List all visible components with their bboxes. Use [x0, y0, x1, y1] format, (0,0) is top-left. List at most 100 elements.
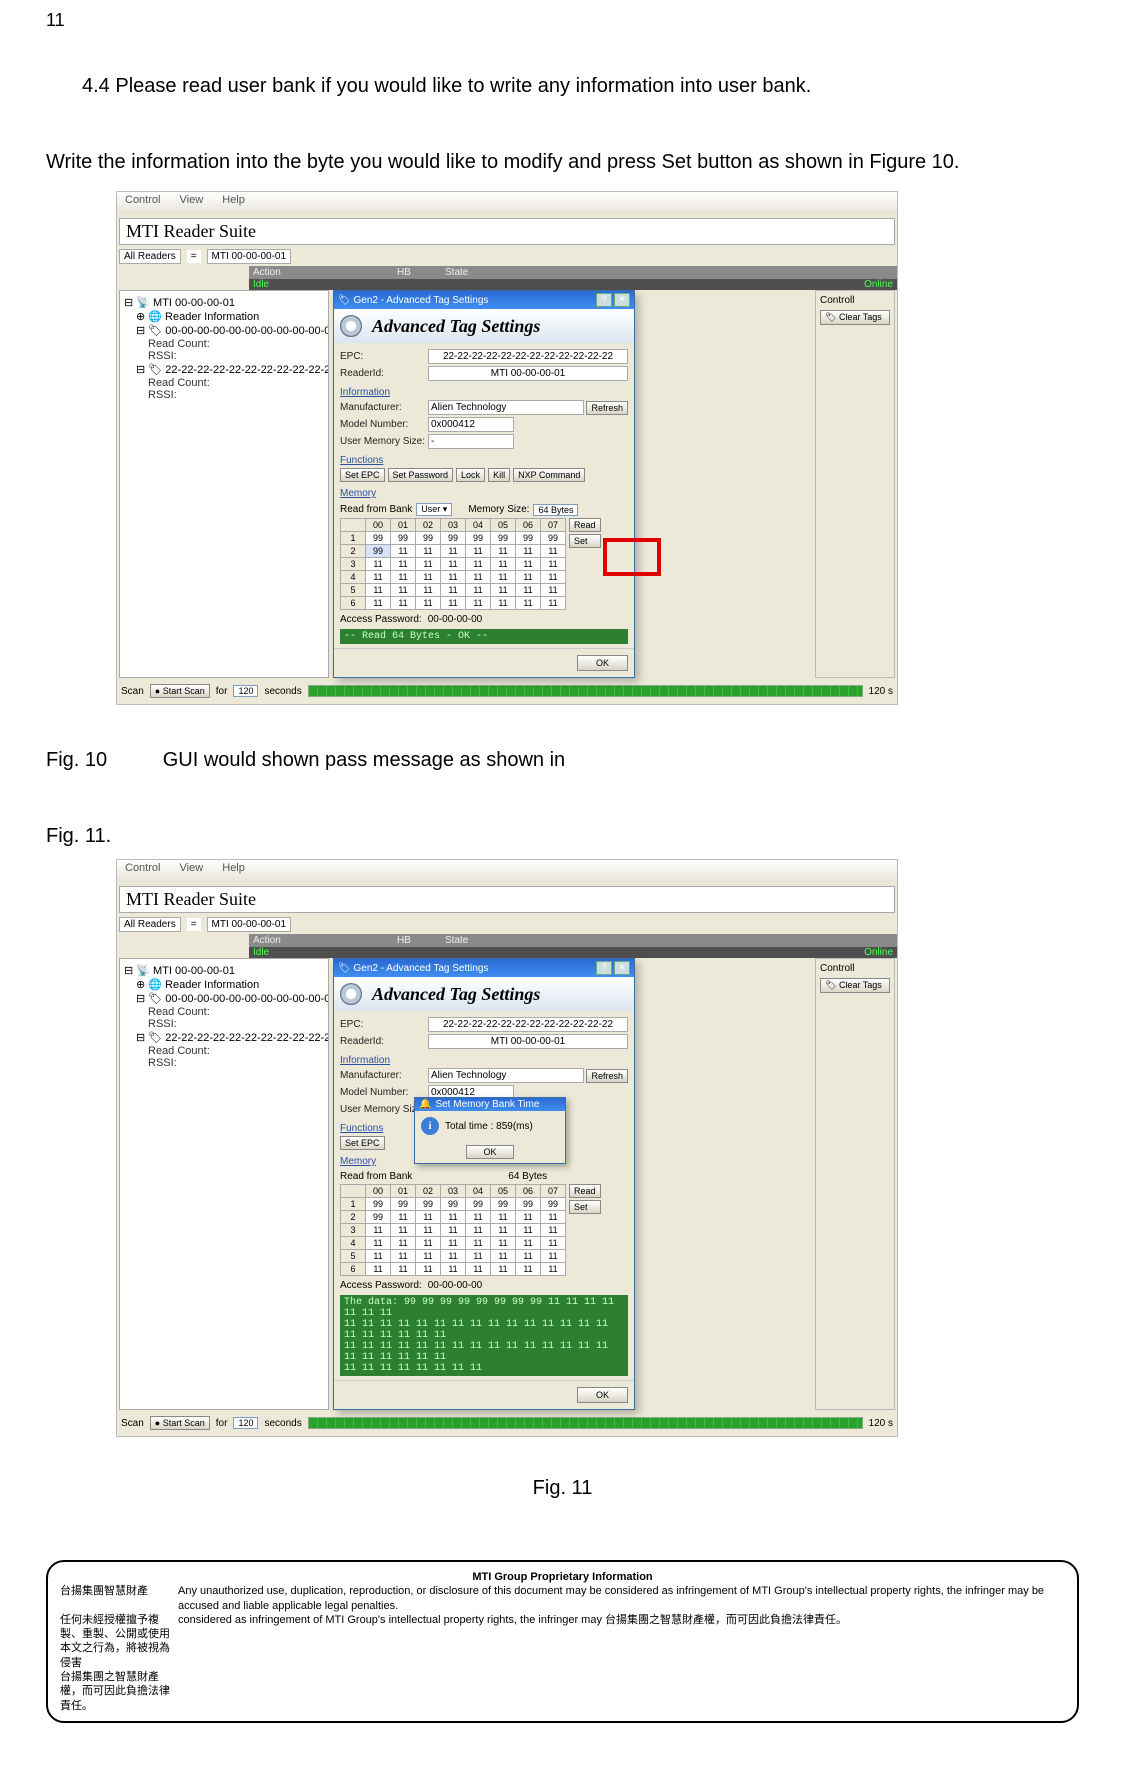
set-epc-button[interactable]: Set EPC: [340, 1136, 385, 1150]
tree-epc-1[interactable]: 00-00-00-00-00-00-00-00-00-00-00-00: [165, 993, 329, 1005]
scan-progress-bar: [308, 685, 863, 697]
manufacturer-value: Alien Technology: [428, 400, 584, 415]
close-icon[interactable]: ✕: [614, 293, 630, 307]
popup-body-text: Total time : 859(ms): [445, 1121, 533, 1132]
memory-edit-cell[interactable]: 99: [366, 545, 391, 558]
scan-elapsed: 120 s: [869, 1418, 893, 1429]
scan-progress-bar: [308, 1417, 863, 1429]
manufacturer-label: Manufacturer:: [340, 1070, 428, 1081]
memory-size-label: Memory Size:: [468, 504, 529, 515]
app-menubar: Control View Help: [117, 192, 897, 214]
status-line-ok: -- Read 64 Bytes - OK --: [340, 629, 628, 644]
tree-reader-info[interactable]: Reader Information: [165, 979, 259, 991]
access-pwd-value[interactable]: 00-00-00-00: [428, 1280, 482, 1291]
fig10-caption-line: Fig. 10 GUI would shown pass message as …: [46, 745, 1079, 775]
read-button[interactable]: Read: [569, 518, 601, 532]
dialog-banner-text: Advanced Tag Settings: [372, 316, 540, 337]
rfid-icon: [338, 313, 364, 339]
memory-size-value: 64 Bytes: [508, 1171, 547, 1182]
memory-table[interactable]: 0001020304050607 19999999999999999 29911…: [340, 518, 566, 610]
control-panel: Controll 🏷 Clear Tags: [815, 290, 895, 678]
refresh-button[interactable]: Refresh: [586, 1069, 628, 1083]
all-readers-label[interactable]: All Readers: [119, 249, 181, 264]
reader-id-field[interactable]: MTI 00-00-00-01: [207, 249, 291, 264]
close-icon[interactable]: ✕: [614, 961, 630, 975]
tree-reader-info[interactable]: Reader Information: [165, 311, 259, 323]
advanced-tag-settings-dialog: 🏷 Gen2 - Advanced Tag Settings ? ✕ Advan…: [333, 290, 635, 678]
info-heading: Information: [340, 387, 628, 398]
set-button[interactable]: Set: [569, 1200, 601, 1214]
ums-label: User Memory Size:: [340, 436, 428, 447]
start-scan-button[interactable]: ● Start Scan: [150, 1416, 210, 1430]
reader-tree[interactable]: ⊟ 📡 MTI 00-00-00-01 ⊕ 🌐 Reader Informati…: [119, 958, 329, 1410]
control-panel: Controll 🏷 Clear Tags: [815, 958, 895, 1410]
read-from-bank-label: Read from Bank: [340, 504, 412, 515]
tree-read-count-2: Read Count:: [148, 377, 324, 389]
functions-heading: Functions: [340, 455, 628, 466]
proprietary-footer: MTI Group Proprietary Information 台揚集團智慧…: [46, 1560, 1079, 1723]
all-readers-label[interactable]: All Readers: [119, 917, 181, 932]
read-button[interactable]: Read: [569, 1184, 601, 1198]
screenshot-figure-11: Control View Help MTI Reader Suite All R…: [116, 859, 898, 1437]
read-from-bank-label: Read from Bank: [340, 1171, 412, 1182]
tree-rssi-2: RSSI:: [148, 1057, 324, 1069]
refresh-button[interactable]: Refresh: [586, 401, 628, 415]
ums-value: -: [428, 434, 514, 449]
nxp-command-button[interactable]: NXP Command: [513, 468, 585, 482]
reader-id-field[interactable]: MTI 00-00-00-01: [207, 917, 291, 932]
reader-tree[interactable]: ⊟ 📡 MTI 00-00-00-01 ⊕ 🌐 Reader Informati…: [119, 290, 329, 678]
red-highlight-box: [603, 538, 661, 576]
instruction-text: Write the information into the byte you …: [46, 147, 1079, 177]
eq-sep: =: [187, 918, 201, 931]
kill-button[interactable]: Kill: [488, 468, 510, 482]
scan-seconds-input[interactable]: 120: [233, 685, 258, 697]
menu-help[interactable]: Help: [222, 862, 245, 874]
menu-view[interactable]: View: [180, 862, 204, 874]
tree-reader-node[interactable]: MTI 00-00-00-01: [153, 965, 235, 977]
app-title: MTI Reader Suite: [119, 218, 895, 245]
tree-epc-1[interactable]: 00-00-00-00-00-00-00-00-00-00-00-00: [165, 325, 329, 337]
dialog-banner-text: Advanced Tag Settings: [372, 984, 540, 1005]
lock-button[interactable]: Lock: [456, 468, 485, 482]
fig11-intro-line: Fig. 11.: [46, 821, 1079, 851]
dialog-ok-button[interactable]: OK: [577, 1387, 628, 1403]
clear-tags-button[interactable]: 🏷 Clear Tags: [820, 978, 890, 993]
start-scan-button[interactable]: ● Start Scan: [150, 684, 210, 698]
popup-ok-button[interactable]: OK: [466, 1145, 513, 1159]
help-icon[interactable]: ?: [596, 961, 612, 975]
epc-value: 22-22-22-22-22-22-22-22-22-22-22-22: [428, 349, 628, 364]
scan-seconds-input[interactable]: 120: [233, 1417, 258, 1429]
help-icon[interactable]: ?: [596, 293, 612, 307]
menu-help[interactable]: Help: [222, 194, 245, 206]
set-password-button[interactable]: Set Password: [388, 468, 454, 482]
tree-epc-2[interactable]: 22-22-22-22-22-22-22-22-22-22-22-22: [165, 1032, 329, 1044]
footer-mix: considered as infringement of MTI Group'…: [178, 1613, 1065, 1670]
section-4-4-text: 4.4 Please read user bank if you would l…: [82, 71, 1079, 101]
info-heading: Information: [340, 1055, 628, 1066]
footer-line1-en: Any unauthorized use, duplication, repro…: [178, 1584, 1065, 1613]
tree-rssi-1: RSSI:: [148, 1018, 324, 1030]
footer-line2-cn: 台揚集團之智慧財產權，而可因此負擔法律責任。: [60, 1670, 170, 1713]
eq-sep: =: [187, 250, 201, 263]
tree-epc-2[interactable]: 22-22-22-22-22-22-22-22-22-22-22-22: [165, 364, 329, 376]
menu-control[interactable]: Control: [125, 194, 160, 206]
clear-tags-button[interactable]: 🏷 Clear Tags: [820, 310, 890, 325]
reminder-icon: 🔔: [419, 1099, 431, 1110]
scan-seconds-label: seconds: [264, 686, 301, 697]
dialog-title: 🏷 Gen2 - Advanced Tag Settings: [338, 295, 488, 306]
memory-size-value[interactable]: 64 Bytes: [533, 504, 578, 516]
tree-read-count-1: Read Count:: [148, 338, 324, 350]
set-epc-button[interactable]: Set EPC: [340, 468, 385, 482]
tree-reader-node[interactable]: MTI 00-00-00-01: [153, 297, 235, 309]
tree-rssi-2: RSSI:: [148, 389, 324, 401]
screenshot-figure-10: Control View Help MTI Reader Suite All R…: [116, 191, 898, 705]
memory-table[interactable]: 0001020304050607 19999999999999999 29911…: [340, 1184, 566, 1276]
access-pwd-label: Access Password:: [340, 614, 422, 625]
menu-control[interactable]: Control: [125, 862, 160, 874]
dialog-ok-button[interactable]: OK: [577, 655, 628, 671]
menu-view[interactable]: View: [180, 194, 204, 206]
scan-seconds-label: seconds: [264, 1418, 301, 1429]
access-pwd-value[interactable]: 00-00-00-00: [428, 614, 482, 625]
set-button[interactable]: Set: [569, 534, 601, 548]
bank-select[interactable]: User ▾: [416, 503, 452, 516]
